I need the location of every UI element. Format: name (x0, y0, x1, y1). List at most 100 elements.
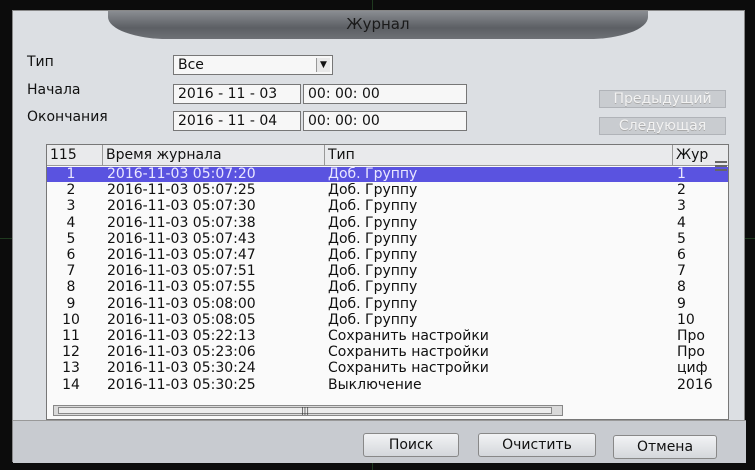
row-number: 6 (66, 248, 76, 263)
row-type: Доб. Группу (328, 183, 418, 199)
row-time: 2016-11-03 05:08:05 (107, 312, 256, 328)
type-select-value: Все (178, 57, 204, 73)
row-log: 7 (677, 264, 686, 280)
clear-button[interactable]: Очистить (478, 433, 596, 457)
row-time: 2016-11-03 05:07:43 (107, 231, 256, 247)
table-row[interactable]: 13 2016-11-03 05:30:24 Сохранить настройки… (47, 361, 728, 376)
row-time: 2016-11-03 05:07:47 (107, 248, 256, 263)
table-row[interactable]: 1 2016-11-03 05:07:20 Доб. Группу 1 (47, 167, 728, 182)
previous-button[interactable]: Предыдущий (599, 90, 726, 108)
chevron-down-icon[interactable]: ▼ (316, 58, 330, 72)
table-row[interactable]: 12 2016-11-03 05:23:06 Сохранить настройки… (47, 345, 728, 360)
end-date-field[interactable]: 2016 - 11 - 04 (173, 111, 301, 131)
row-type: Сохранить настройки (328, 361, 489, 377)
column-header-type[interactable]: Тип (325, 145, 673, 165)
row-number: 10 (62, 312, 80, 328)
row-type: Сохранить настройки (328, 345, 489, 361)
row-count: 115 (47, 145, 103, 165)
table-row[interactable]: 7 2016-11-03 05:07:51 Доб. Группу 7 (47, 264, 728, 279)
table-row[interactable]: 14 2016-11-03 05:30:25 Выключение 2016 (47, 378, 728, 393)
row-log: 5 (677, 231, 686, 247)
row-type: Доб. Группу (328, 264, 418, 280)
column-header-log[interactable]: Жур (673, 145, 715, 165)
row-log: 9 (677, 296, 686, 312)
row-type: Доб. Группу (328, 199, 418, 215)
row-number: 11 (62, 329, 80, 344)
cancel-button[interactable]: Отмена (613, 435, 717, 459)
next-button[interactable]: Следующая (599, 117, 726, 135)
row-log: 10 (677, 312, 695, 328)
row-log: 8 (677, 280, 686, 296)
row-number: 12 (62, 345, 80, 361)
row-type: Доб. Группу (328, 280, 418, 296)
row-time: 2016-11-03 05:08:00 (107, 296, 256, 312)
start-time-field[interactable]: 00: 00: 00 (303, 84, 467, 104)
row-number: 9 (66, 296, 76, 312)
row-number: 5 (66, 231, 76, 247)
row-log: 4 (677, 215, 686, 231)
row-type: Доб. Группу (328, 231, 418, 247)
row-type: Доб. Группу (328, 296, 418, 312)
row-time: 2016-11-03 05:23:06 (107, 345, 256, 361)
row-time: 2016-11-03 05:30:25 (107, 377, 256, 393)
row-log: Про (677, 329, 705, 344)
start-label: Начала (27, 82, 81, 98)
row-number: 14 (62, 377, 80, 393)
row-number: 7 (66, 264, 76, 280)
dialog-title: Журнал (108, 11, 648, 39)
scroll-grip-icon (715, 161, 727, 163)
table-row[interactable]: 9 2016-11-03 05:08:00 Доб. Группу 9 (47, 297, 728, 312)
row-log: 3 (677, 199, 686, 215)
vertical-scrollbar[interactable] (715, 151, 728, 191)
scroll-grip-icon (715, 169, 727, 171)
table-row[interactable]: 5 2016-11-03 05:07:43 Доб. Группу 5 (47, 232, 728, 247)
table-row[interactable]: 4 2016-11-03 05:07:38 Доб. Группу 4 (47, 216, 728, 231)
table-header: 115 Время журнала Тип Жур (47, 145, 728, 166)
row-time: 2016-11-03 05:07:51 (107, 264, 256, 280)
row-number: 2 (66, 183, 76, 199)
row-type: Доб. Группу (328, 248, 418, 263)
row-time: 2016-11-03 05:07:55 (107, 280, 256, 296)
row-number: 1 (66, 167, 76, 182)
scroll-grip-icon (715, 165, 727, 167)
row-time: 2016-11-03 05:30:24 (107, 361, 256, 377)
horizontal-scrollbar[interactable]: ||| (53, 405, 563, 416)
dialog-footer: Поиск Очистить Отмена (13, 420, 746, 463)
table-row[interactable]: 11 2016-11-03 05:22:13 Сохранить настройки… (47, 329, 728, 344)
table-row[interactable]: 3 2016-11-03 05:07:30 Доб. Группу 3 (47, 199, 728, 214)
table-row[interactable]: 2 2016-11-03 05:07:25 Доб. Группу 2 (47, 183, 728, 198)
search-button[interactable]: Поиск (363, 433, 459, 457)
row-log: Про (677, 345, 705, 361)
row-log: 1 (677, 167, 686, 182)
row-type: Доб. Группу (328, 215, 418, 231)
horizontal-scroll-thumb[interactable]: ||| (58, 407, 552, 415)
row-time: 2016-11-03 05:07:30 (107, 199, 256, 215)
row-log: 2016 (677, 377, 713, 393)
row-type: Сохранить настройки (328, 329, 489, 344)
end-time-field[interactable]: 00: 00: 00 (303, 111, 467, 131)
start-date-field[interactable]: 2016 - 11 - 03 (173, 84, 301, 104)
row-number: 4 (66, 215, 76, 231)
row-type: Выключение (328, 377, 422, 393)
end-label: Окончания (27, 109, 108, 125)
log-dialog: Журнал Тип Все ▼ Начала 2016 - 11 - 03 0… (12, 10, 746, 463)
row-number: 8 (66, 280, 76, 296)
column-header-time[interactable]: Время журнала (103, 145, 325, 165)
log-table: 115 Время журнала Тип Жур 1 2016-11-03 05… (46, 144, 729, 420)
row-type: Доб. Группу (328, 167, 418, 182)
type-label: Тип (27, 54, 54, 70)
row-time: 2016-11-03 05:07:25 (107, 183, 256, 199)
row-log: 6 (677, 248, 686, 263)
row-type: Доб. Группу (328, 312, 418, 328)
type-select[interactable]: Все ▼ (173, 55, 333, 75)
row-log: 2 (677, 183, 686, 199)
row-time: 2016-11-03 05:07:38 (107, 215, 256, 231)
row-time: 2016-11-03 05:07:20 (107, 167, 256, 182)
row-time: 2016-11-03 05:22:13 (107, 329, 256, 344)
table-row[interactable]: 6 2016-11-03 05:07:47 Доб. Группу 6 (47, 248, 728, 263)
row-number: 13 (62, 361, 80, 377)
row-log: циф (677, 361, 708, 377)
table-row[interactable]: 8 2016-11-03 05:07:55 Доб. Группу 8 (47, 280, 728, 295)
table-row[interactable]: 10 2016-11-03 05:08:05 Доб. Группу 10 (47, 313, 728, 328)
row-number: 3 (66, 199, 76, 215)
